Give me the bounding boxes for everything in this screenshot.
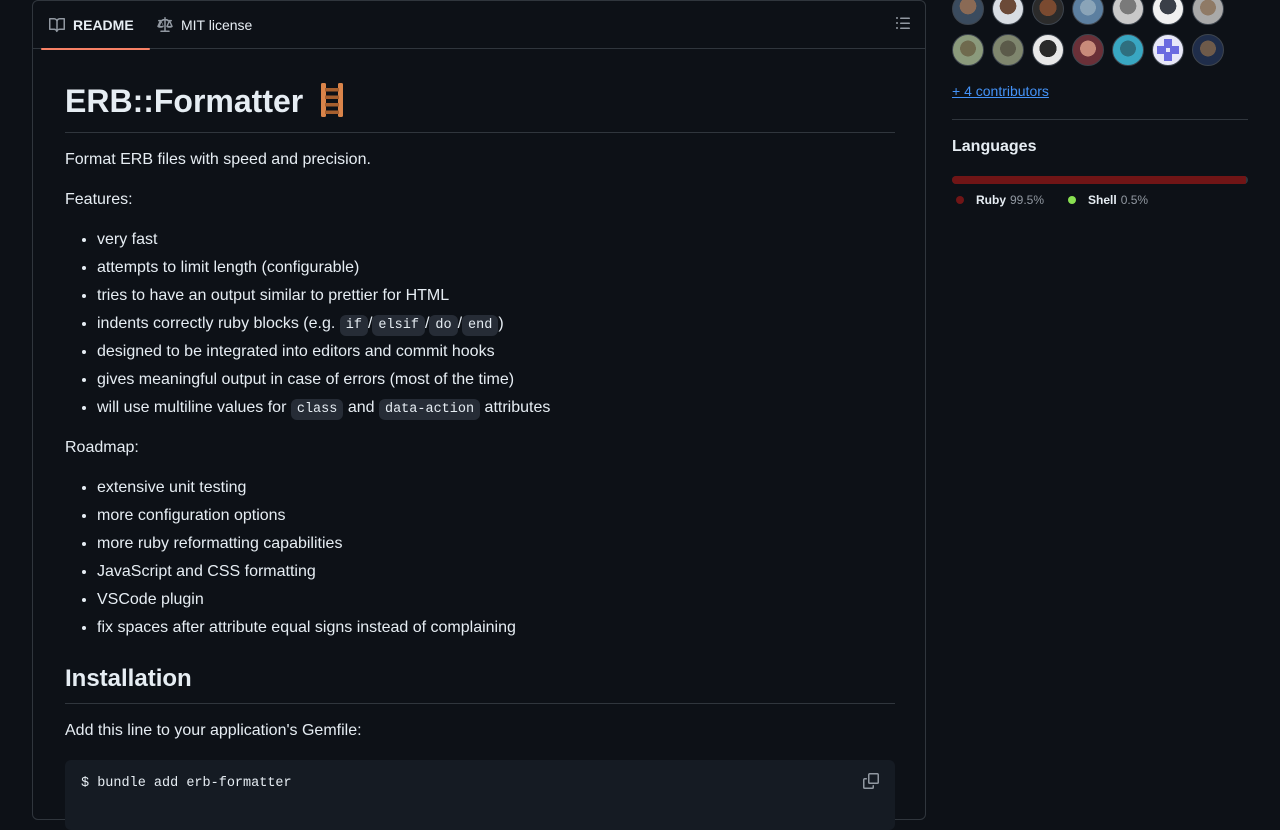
list-item: more configuration options (97, 504, 927, 532)
installation-heading: Installation (65, 661, 895, 704)
list-item: very fast (97, 228, 927, 256)
avatar[interactable] (992, 34, 1024, 66)
inline-code: data-action (378, 399, 481, 420)
language-name: Shell (1088, 193, 1117, 207)
tab-readme[interactable]: README (41, 1, 150, 50)
list-item: JavaScript and CSS formatting (97, 560, 927, 588)
readme-content: ERB::Formatter Format ERB files with spe… (65, 49, 895, 830)
language-name: Ruby (976, 193, 1006, 207)
readme-panel: README MIT license ERB::Formatter Format… (32, 0, 926, 830)
avatar[interactable] (1032, 34, 1064, 66)
roadmap-list: extensive unit testing more configuratio… (65, 476, 927, 644)
tab-license-label: MIT license (181, 17, 253, 33)
item-text: will use multiline values for (97, 399, 291, 416)
list-unordered-icon (895, 15, 911, 36)
identicon (1157, 39, 1179, 61)
avatar[interactable] (1032, 0, 1064, 25)
readme-title-text: ERB::Formatter (65, 83, 304, 119)
languages-bar (952, 176, 1248, 184)
item-text: attributes (480, 399, 551, 416)
list-item: tries to have an output similar to prett… (97, 284, 927, 312)
avatar[interactable] (1072, 34, 1104, 66)
languages-heading: Languages (952, 138, 1037, 155)
avatar[interactable] (1112, 34, 1144, 66)
code-block: $ bundle add erb-formatter (65, 760, 895, 830)
tab-readme-label: README (73, 17, 134, 33)
language-percent: 0.5% (1120, 193, 1149, 207)
avatar[interactable] (952, 0, 984, 25)
outline-button[interactable] (891, 13, 915, 37)
avatar[interactable] (1152, 0, 1184, 25)
language-ruby[interactable]: Ruby 99.5% (956, 193, 1044, 207)
features-list: very fast attempts to limit length (conf… (65, 228, 927, 424)
item-text: ) (498, 315, 504, 332)
language-shell[interactable]: Shell 0.5% (1068, 193, 1148, 207)
avatar[interactable] (1072, 0, 1104, 25)
avatar[interactable] (1152, 34, 1184, 66)
languages-bar-ruby (952, 176, 1246, 184)
divider (952, 119, 1248, 120)
ladder-icon (319, 83, 345, 129)
list-item: will use multiline values for class and … (97, 396, 927, 424)
list-item: attempts to limit length (configurable) (97, 256, 927, 284)
inline-code: class (290, 399, 344, 420)
list-item: more ruby reformatting capabilities (97, 532, 927, 560)
shell-color-dot (1068, 196, 1076, 204)
list-item: gives meaningful output in case of error… (97, 368, 927, 396)
ruby-color-dot (956, 196, 964, 204)
item-text: indents correctly ruby blocks (e.g. (97, 315, 340, 332)
inline-code: if (339, 315, 368, 336)
avatar[interactable] (1192, 0, 1224, 25)
avatar[interactable] (992, 0, 1024, 25)
gemfile-instructions: Add this line to your application's Gemf… (65, 722, 362, 739)
readme-tabbar: README MIT license (33, 1, 925, 50)
list-item: extensive unit testing (97, 476, 927, 504)
avatar[interactable] (952, 34, 984, 66)
code-block-text[interactable]: $ bundle add erb-formatter (81, 776, 292, 791)
avatar[interactable] (1192, 34, 1224, 66)
avatar[interactable] (1112, 0, 1144, 25)
roadmap-label: Roadmap: (65, 439, 139, 456)
item-text: and (343, 399, 379, 416)
law-icon (157, 17, 173, 33)
inline-code: do (429, 315, 458, 336)
list-item: fix spaces after attribute equal signs i… (97, 616, 927, 644)
readme-description: Format ERB files with speed and precisio… (65, 151, 371, 168)
list-item: VSCode plugin (97, 588, 927, 616)
list-item: designed to be integrated into editors a… (97, 340, 927, 368)
copy-button[interactable] (863, 773, 879, 794)
language-percent: 99.5% (1010, 193, 1045, 207)
list-item: indents correctly ruby blocks (e.g. if/e… (97, 312, 927, 340)
inline-code: elsif (372, 315, 425, 336)
inline-code: end (462, 315, 499, 336)
copy-icon (863, 773, 879, 793)
tab-license[interactable]: MIT license (157, 1, 252, 49)
readme-title: ERB::Formatter (65, 49, 895, 133)
more-contributors-link[interactable]: + 4 contributors (952, 83, 1049, 99)
features-label: Features: (65, 191, 133, 208)
book-icon (49, 17, 65, 33)
